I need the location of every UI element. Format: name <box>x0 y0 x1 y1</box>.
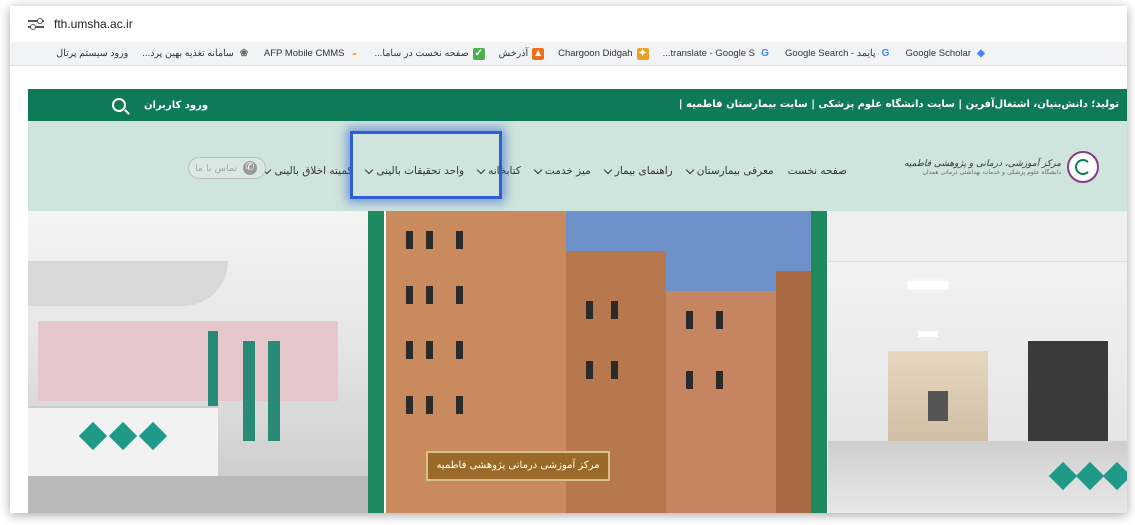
bookmark-chargoon[interactable]: ✦ Chargoon Didgah <box>558 47 649 60</box>
menu-item-label: کمیته اخلاق بالینی <box>274 165 353 177</box>
sama-icon: ✓ <box>472 47 485 60</box>
bookmark-label: translate - Google S... <box>662 48 756 59</box>
bookmark-translate[interactable]: G translate - Google S... <box>663 48 771 60</box>
menu-item-library[interactable]: کتابخانه <box>476 165 521 177</box>
bookmark-label: Google Scholar <box>905 48 971 59</box>
phone-icon <box>243 160 258 175</box>
site-top-bar: تولید؛ دانش‌بنیان، اشتغال‌آفرین | سایت د… <box>28 89 1127 121</box>
bookmark-label: سامانه تغذیه بهین پرد... <box>142 48 234 59</box>
logo-title: مرکز آموزشی، درمانی و پژوهشی فاطمیه <box>904 158 1061 169</box>
google-icon: G <box>761 47 769 59</box>
behin-icon: ❀ <box>239 47 249 59</box>
logo-subtitle: دانشگاه علوم پزشکی و خدمات بهداشتی درمان… <box>922 168 1061 176</box>
banner-divider <box>811 211 827 513</box>
menu-item-label: میز خدمت <box>544 165 591 177</box>
bookmark-google-scholar[interactable]: ◆ Google Scholar <box>906 48 987 60</box>
hospital-corridor-photo <box>828 211 1127 513</box>
building-sign: مرکز آموزشی درمانی پژوهشی فاطمیه <box>426 451 610 481</box>
url-text[interactable]: fth.umsha.ac.ir <box>54 17 133 31</box>
chevron-down-icon <box>533 165 543 174</box>
user-login[interactable]: ورود کاربران <box>112 98 208 112</box>
menu-item-patient-guide[interactable]: راهنمای بیمار <box>603 165 673 177</box>
menu-item-label: معرفی بیمارستان <box>696 165 774 177</box>
bookmark-label: AFP Mobile CMMS <box>263 48 345 59</box>
address-bar[interactable]: fth.umsha.ac.ir <box>10 6 1127 42</box>
site-tagline[interactable]: تولید؛ دانش‌بنیان، اشتغال‌آفرین | سایت د… <box>679 99 1119 110</box>
menu-item-label: صفحه نخست <box>787 165 847 177</box>
banner-divider <box>368 211 384 513</box>
menu-item-label: کتابخانه <box>488 165 521 177</box>
afp-icon: ◒ <box>351 47 358 59</box>
chargoon-icon: ✦ <box>636 47 649 60</box>
chevron-down-icon <box>685 165 694 174</box>
menu-item-label: واحد تحقیقات بالینی <box>376 165 465 177</box>
bookmark-label: آذرخش <box>498 48 529 59</box>
logo-emblem-icon <box>1067 151 1099 183</box>
contact-label: تماس با ما <box>195 162 238 174</box>
bookmark-behin[interactable]: ❀ سامانه تغذیه بهین پرد... <box>142 48 250 60</box>
bookmark-afp-cmms[interactable]: ◒ AFP Mobile CMMS <box>264 48 361 60</box>
google-icon: G <box>881 47 890 59</box>
bookmark-sama[interactable]: ✓ صفحه نخست در ساما... <box>374 47 485 60</box>
browser-window: fth.umsha.ac.ir ◆ Google Scholar G پایمد… <box>10 6 1127 513</box>
chevron-down-icon <box>603 165 613 174</box>
bookmark-label: صفحه نخست در ساما... <box>374 48 469 59</box>
chevron-down-icon <box>476 165 486 174</box>
contact-us-button[interactable]: تماس با ما <box>188 157 267 179</box>
bookmark-label: Chargoon Didgah <box>558 48 633 59</box>
bookmark-label: پایمد - Google Search <box>785 48 876 59</box>
chevron-down-icon <box>365 165 374 174</box>
menu-item-service-desk[interactable]: میز خدمت <box>533 165 591 177</box>
menu-item-about-hospital[interactable]: معرفی بیمارستان <box>685 165 774 177</box>
site-logo[interactable]: مرکز آموزشی، درمانی و پژوهشی فاطمیه دانش… <box>904 151 1099 183</box>
azarakhsh-icon: ▲ <box>532 47 545 60</box>
hero-banner: مرکز آموزشی درمانی پژوهشی فاطمیه <box>28 211 1127 513</box>
hospital-building-photo: مرکز آموزشی درمانی پژوهشی فاطمیه <box>386 211 811 513</box>
bookmark-azarakhsh[interactable]: ▲ آذرخش <box>498 47 545 60</box>
bookmark-label: ورود سیستم پرتال <box>56 48 129 59</box>
menu-bar: صفحه نخست معرفی بیمارستان راهنمای بیمار … <box>263 165 847 177</box>
site-settings-icon[interactable] <box>28 18 44 30</box>
nurse-station-photo <box>28 211 368 513</box>
bookmark-paymed-google-search[interactable]: G پایمد - Google Search <box>785 48 891 60</box>
menu-item-label: راهنمای بیمار <box>614 165 673 177</box>
menu-item-clinical-research-unit[interactable]: واحد تحقیقات بالینی <box>365 165 465 177</box>
search-icon[interactable] <box>112 98 126 112</box>
menu-item-clinical-ethics-committee[interactable]: کمیته اخلاق بالینی <box>263 165 353 177</box>
login-label[interactable]: ورود کاربران <box>144 100 208 111</box>
bookmarks-bar: ◆ Google Scholar G پایمد - Google Search… <box>10 42 1127 66</box>
scholar-icon: ◆ <box>977 47 985 59</box>
main-navigation: مرکز آموزشی، درمانی و پژوهشی فاطمیه دانش… <box>28 121 1127 211</box>
bookmark-portal[interactable]: ورود سیستم پرتال <box>56 48 128 59</box>
menu-item-home[interactable]: صفحه نخست <box>788 165 847 177</box>
